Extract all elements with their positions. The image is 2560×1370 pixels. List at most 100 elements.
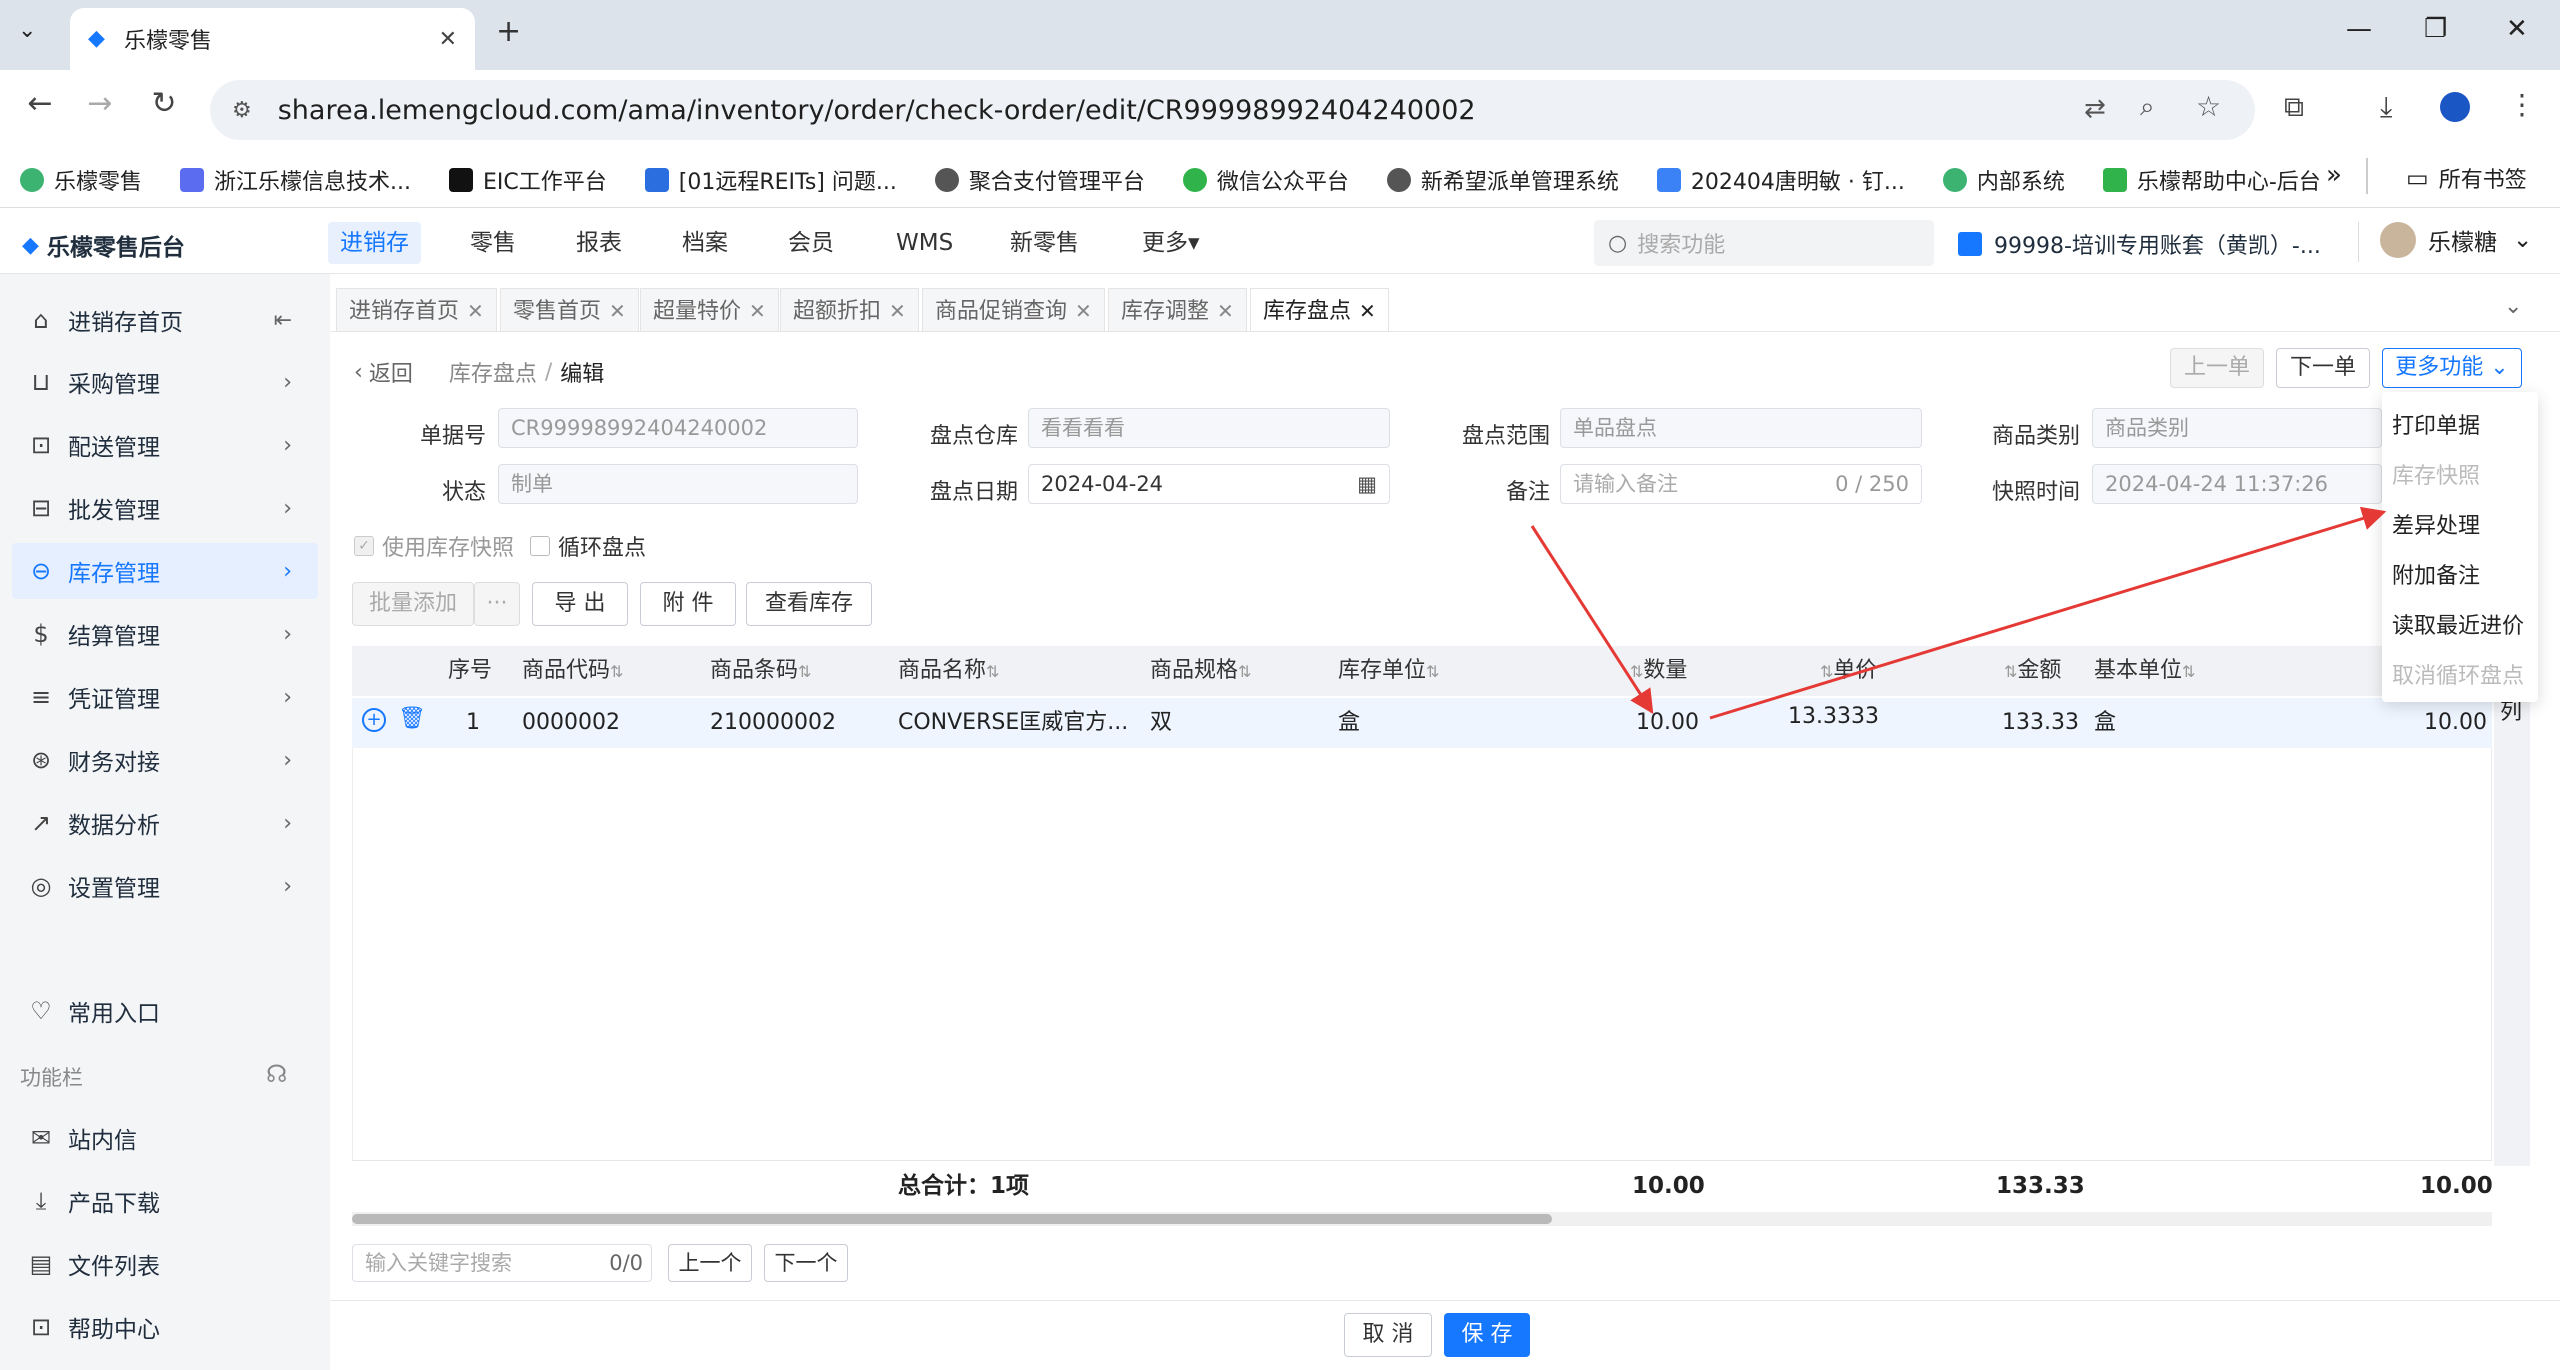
col-header-qty[interactable]: ⇅数量 — [1630, 646, 1687, 696]
bookmark-item[interactable]: 新希望派单管理系统 — [1386, 164, 1619, 196]
bookmark-item[interactable]: 202404唐明敏 · 钉... — [1656, 164, 1905, 196]
minimize-icon[interactable]: — — [2346, 14, 2372, 44]
col-header-spec[interactable]: 商品规格⇅ — [1150, 646, 1251, 696]
page-tab[interactable]: 超额折扣 ✕ — [780, 288, 919, 332]
topnav-new-retail[interactable]: 新零售 — [998, 222, 1091, 264]
browser-menu-icon[interactable]: ⋮ — [2508, 88, 2536, 121]
cancel-button[interactable]: 取 消 — [1344, 1313, 1432, 1357]
add-row-icon[interactable]: + — [362, 708, 386, 732]
close-icon[interactable]: ✕ — [467, 299, 484, 323]
headset-icon[interactable]: ☊ — [266, 1060, 287, 1088]
remark-input[interactable]: 请输入备注 0 / 250 — [1560, 464, 1922, 504]
close-icon[interactable]: ✕ — [889, 299, 906, 323]
col-header-price[interactable]: ⇅单价 — [1820, 646, 1877, 696]
table-row[interactable] — [352, 698, 2492, 748]
page-tab[interactable]: 零售首页 ✕ — [500, 288, 639, 332]
topnav-archive[interactable]: 档案 — [670, 222, 740, 264]
close-icon[interactable]: ✕ — [1359, 299, 1376, 323]
horizontal-scrollbar[interactable] — [352, 1212, 2492, 1226]
sidebar-item-settlement[interactable]: $ 结算管理 › — [0, 606, 318, 662]
bookmark-item[interactable]: 乐檬零售 — [20, 164, 142, 196]
collapse-sidebar-icon[interactable]: ⇤ — [274, 308, 292, 333]
menu-item-cancel-cycle[interactable]: 取消循环盘点 — [2392, 658, 2524, 690]
page-tab[interactable]: 进销存首页 ✕ — [336, 288, 497, 332]
col-header-unit[interactable]: 库存单位⇅ — [1338, 646, 1439, 696]
sidebar-item-settings[interactable]: ◎ 设置管理 › — [0, 858, 318, 914]
sidebar-item-favorites[interactable]: ♡ 常用入口 — [0, 983, 318, 1039]
close-window-icon[interactable]: ✕ — [2506, 14, 2528, 44]
sidebar-item-analytics[interactable]: ↗ 数据分析 › — [0, 795, 318, 851]
more-functions-button[interactable]: 更多功能 ⌄ — [2382, 348, 2522, 388]
new-tab-icon[interactable]: + — [496, 14, 521, 49]
menu-item-recent-price[interactable]: 读取最近进价 — [2392, 608, 2524, 640]
tab-list-chevron-icon[interactable]: ⌄ — [18, 18, 36, 43]
account-selector[interactable]: 99998-培训专用账套（黄凯）-... — [1958, 228, 2321, 260]
prev-doc-button[interactable]: 上一单 — [2170, 348, 2264, 388]
save-button[interactable]: 保 存 — [1444, 1313, 1530, 1357]
cycle-checkbox[interactable]: 循环盘点 — [530, 530, 646, 562]
topnav-retail[interactable]: 零售 — [458, 222, 528, 264]
back-link[interactable]: 返回 — [369, 356, 413, 388]
next-doc-button[interactable]: 下一单 — [2276, 348, 2370, 388]
page-tab-active[interactable]: 库存盘点 ✕ — [1250, 288, 1389, 332]
zoom-icon[interactable]: ⌕ — [2140, 92, 2155, 123]
bookmark-item[interactable]: 浙江乐檬信息技术... — [180, 164, 411, 196]
bookmark-item[interactable]: 内部系统 — [1942, 164, 2065, 196]
menu-item-difference[interactable]: 差异处理 — [2392, 508, 2480, 540]
bookmark-item[interactable]: [01远程REITs] 问题... — [644, 164, 897, 196]
bookmark-item[interactable]: 微信公众平台 — [1182, 164, 1349, 196]
tabs-dropdown-icon[interactable]: ⌄ — [2504, 294, 2522, 319]
scrollbar-thumb[interactable] — [352, 1214, 1552, 1224]
topnav-report[interactable]: 报表 — [564, 222, 634, 264]
find-prev-button[interactable]: 上一个 — [668, 1244, 752, 1282]
sidebar-item-downloads[interactable]: ⤓ 产品下载 — [0, 1173, 318, 1229]
col-header-base-unit[interactable]: 基本单位⇅ — [2094, 646, 2195, 696]
sidebar-item-finance[interactable]: ⊛ 财务对接 › — [0, 732, 318, 788]
cell-qty[interactable]: 10.00 — [1636, 698, 1699, 748]
omnibox[interactable]: ⚙ sharea.lemengcloud.com/ama/inventory/o… — [210, 80, 2255, 140]
batch-add-button[interactable]: 批量添加 — [352, 582, 474, 626]
site-info-icon[interactable]: ⚙ — [232, 98, 252, 123]
close-icon[interactable]: ✕ — [1217, 299, 1234, 323]
page-tab[interactable]: 超量特价 ✕ — [640, 288, 779, 332]
calendar-icon[interactable]: ▦ — [1357, 465, 1377, 503]
all-bookmarks[interactable]: ▭ 所有书签 — [2406, 162, 2527, 194]
sidebar-item-distribution[interactable]: ⊡ 配送管理 › — [0, 417, 318, 473]
profile-avatar[interactable] — [2440, 92, 2470, 122]
menu-item-snapshot[interactable]: 库存快照 — [2392, 458, 2480, 490]
breadcrumb-parent[interactable]: 库存盘点 — [449, 356, 537, 388]
topnav-member[interactable]: 会员 — [776, 222, 846, 264]
sidebar-item-wholesale[interactable]: ⊟ 批发管理 › — [0, 480, 318, 536]
bookmark-star-icon[interactable]: ☆ — [2196, 90, 2221, 123]
forward-icon[interactable]: → — [78, 86, 122, 121]
close-tab-icon[interactable]: ✕ — [439, 27, 457, 52]
attachment-button[interactable]: 附 件 — [640, 582, 736, 626]
back-icon[interactable]: ← — [18, 86, 62, 121]
bookmark-item[interactable]: 聚合支付管理平台 — [934, 164, 1145, 196]
view-stock-button[interactable]: 查看库存 — [746, 582, 872, 626]
sidebar-item-help[interactable]: ⊡ 帮助中心 — [0, 1299, 318, 1355]
extensions-icon[interactable]: ⧉ — [2284, 90, 2304, 124]
more-bookmarks-icon[interactable]: » — [2326, 160, 2342, 190]
reload-icon[interactable]: ↻ — [142, 86, 186, 121]
sidebar-item-voucher[interactable]: ≡ 凭证管理 › — [0, 669, 318, 725]
download-icon[interactable]: ⤓ — [2380, 90, 2392, 124]
menu-item-print[interactable]: 打印单据 — [2392, 408, 2480, 440]
translate-icon[interactable]: ⇄ — [2084, 94, 2106, 124]
sidebar-item-files[interactable]: ▤ 文件列表 — [0, 1236, 318, 1292]
use-snapshot-checkbox[interactable]: ✓ 使用库存快照 — [354, 530, 514, 562]
bookmark-item[interactable]: 乐檬帮助中心-后台 — [2102, 164, 2321, 196]
function-search-input[interactable]: ○ 搜索功能 — [1594, 220, 1934, 266]
export-button[interactable]: 导 出 — [532, 582, 628, 626]
cell-price[interactable]: 13.3333 — [1788, 692, 1879, 742]
sidebar-item-stock[interactable]: ⊖ 库存管理 › — [12, 543, 318, 599]
col-header-barcode[interactable]: 商品条码⇅ — [710, 646, 811, 696]
date-field[interactable]: 2024-04-24 ▦ — [1028, 464, 1390, 504]
page-tab[interactable]: 库存调整 ✕ — [1108, 288, 1247, 332]
topnav-more[interactable]: 更多▾ — [1130, 222, 1212, 264]
close-icon[interactable]: ✕ — [749, 299, 766, 323]
sidebar-item-inventory-home[interactable]: ⌂ 进销存首页 ⇤ — [0, 292, 318, 348]
col-header-amount[interactable]: ⇅金额 — [2004, 646, 2061, 696]
sidebar-item-purchase[interactable]: ⊔ 采购管理 › — [0, 354, 318, 410]
bookmark-item[interactable]: EIC工作平台 — [449, 164, 607, 196]
